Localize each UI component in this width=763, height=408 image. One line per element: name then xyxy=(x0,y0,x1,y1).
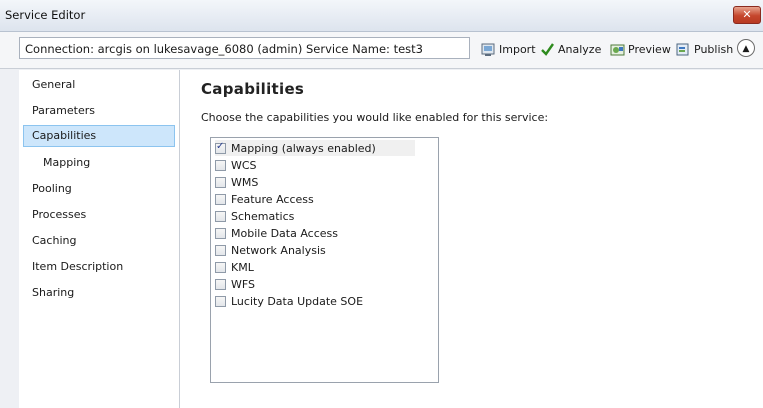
connection-field: Connection: arcgis on lukesavage_6080 (a… xyxy=(19,37,470,59)
publish-button[interactable]: Publish xyxy=(676,40,733,58)
sidebar: General Parameters Capabilities Mapping … xyxy=(19,70,180,408)
preview-icon xyxy=(610,42,625,57)
sidebar-item-sharing[interactable]: Sharing xyxy=(32,286,74,299)
capability-wms[interactable]: WMS xyxy=(215,174,415,190)
preview-button[interactable]: Preview xyxy=(610,40,671,58)
capability-label: WFS xyxy=(231,277,255,291)
toolbar: Connection: arcgis on lukesavage_6080 (a… xyxy=(0,32,763,69)
sidebar-item-capabilities[interactable]: Capabilities xyxy=(23,125,175,147)
import-label: Import xyxy=(499,42,536,56)
capability-label: Feature Access xyxy=(231,192,314,206)
publish-icon xyxy=(676,42,691,57)
collapse-toggle-icon[interactable]: ▲ xyxy=(737,39,755,57)
capability-wfs[interactable]: WFS xyxy=(215,276,415,292)
publish-label: Publish xyxy=(694,42,734,56)
analyze-label: Analyze xyxy=(558,42,602,56)
capability-wcs[interactable]: WCS xyxy=(215,157,415,173)
checkbox[interactable] xyxy=(215,193,226,205)
capability-mapping[interactable]: Mapping (always enabled) xyxy=(215,140,415,156)
checkbox[interactable] xyxy=(215,159,226,171)
sidebar-item-caching[interactable]: Caching xyxy=(32,234,76,247)
checkbox[interactable] xyxy=(215,176,226,188)
sidebar-item-item-description[interactable]: Item Description xyxy=(32,260,123,273)
capability-label: WMS xyxy=(231,175,259,189)
preview-label: Preview xyxy=(628,42,671,56)
checkmark-icon xyxy=(540,42,555,57)
checkbox[interactable] xyxy=(215,278,226,290)
capabilities-description: Choose the capabilities you would like e… xyxy=(201,111,549,124)
sidebar-item-processes[interactable]: Processes xyxy=(32,208,86,221)
checkbox[interactable] xyxy=(215,244,226,256)
close-button[interactable]: ✕ xyxy=(733,6,761,24)
capability-network-analysis[interactable]: Network Analysis xyxy=(215,242,415,258)
capability-feature-access[interactable]: Feature Access xyxy=(215,191,415,207)
main-panel: Capabilities Choose the capabilities you… xyxy=(180,70,763,408)
capability-lucity-data-update-soe[interactable]: Lucity Data Update SOE xyxy=(215,293,415,309)
checkbox[interactable] xyxy=(215,210,226,222)
capability-label: Lucity Data Update SOE xyxy=(231,294,364,308)
checkbox[interactable] xyxy=(215,295,226,307)
capability-label: Mobile Data Access xyxy=(231,226,338,240)
window-title: Service Editor xyxy=(5,8,86,22)
capability-label: KML xyxy=(231,260,254,274)
checkbox-checked[interactable] xyxy=(215,141,226,154)
capability-kml[interactable]: KML xyxy=(215,259,415,275)
capability-label: Network Analysis xyxy=(231,243,326,257)
checkbox[interactable] xyxy=(215,261,226,273)
sidebar-item-mapping[interactable]: Mapping xyxy=(43,156,90,169)
capability-label: Schematics xyxy=(231,209,295,223)
sidebar-item-pooling[interactable]: Pooling xyxy=(32,182,72,195)
sidebar-item-general[interactable]: General xyxy=(32,78,75,91)
capability-schematics[interactable]: Schematics xyxy=(215,208,415,224)
capability-label: Mapping (always enabled) xyxy=(231,141,376,155)
import-icon xyxy=(481,42,496,57)
page-title: Capabilities xyxy=(201,80,305,98)
capabilities-list: Mapping (always enabled) WCS WMS Feature… xyxy=(210,137,439,383)
title-bar: Service Editor ✕ xyxy=(0,0,763,32)
import-button[interactable]: Import xyxy=(481,40,536,58)
capability-label: WCS xyxy=(231,158,257,172)
analyze-button[interactable]: Analyze xyxy=(540,40,601,58)
sidebar-item-parameters[interactable]: Parameters xyxy=(32,104,95,117)
capability-mobile-data-access[interactable]: Mobile Data Access xyxy=(215,225,415,241)
checkbox[interactable] xyxy=(215,227,226,239)
